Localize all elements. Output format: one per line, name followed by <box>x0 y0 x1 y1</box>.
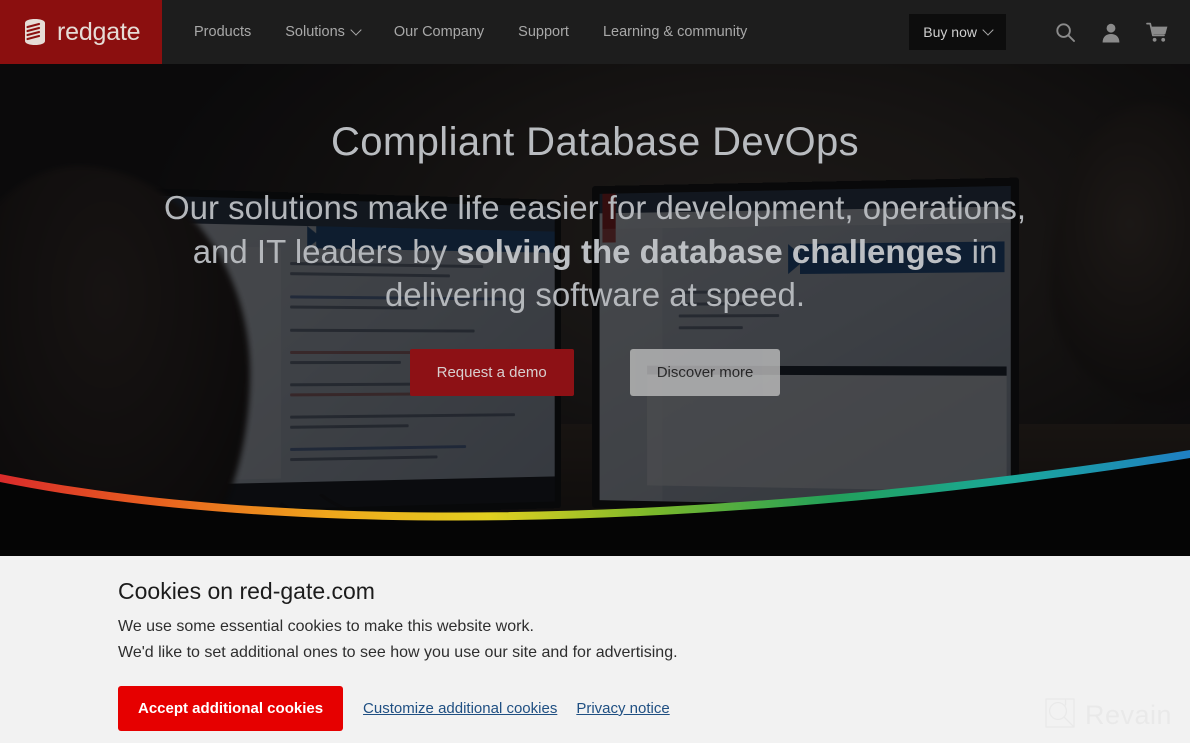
cookie-banner-actions: Accept additional cookies Customize addi… <box>118 685 1190 731</box>
nav-label: Products <box>194 24 252 40</box>
request-demo-button[interactable]: Request a demo <box>409 348 574 396</box>
chevron-down-icon <box>982 24 994 36</box>
nav-item-products[interactable]: Products <box>194 24 251 40</box>
cookie-banner-line-1: We use some essential cookies to make th… <box>118 618 534 635</box>
cookie-banner-line-2: We'd like to set additional ones to see … <box>118 643 678 661</box>
accept-additional-cookies-button[interactable]: Accept additional cookies <box>118 685 344 731</box>
account-icon[interactable] <box>1098 19 1124 45</box>
privacy-notice-link[interactable]: Privacy notice <box>576 700 669 717</box>
chevron-down-icon <box>350 24 362 36</box>
hero-section: Compliant Database DevOps Our solutions … <box>0 64 1190 556</box>
revain-watermark: Revain <box>1043 696 1172 735</box>
nav-item-support[interactable]: Support <box>518 24 569 40</box>
hero-subtitle: Our solutions make life easier for devel… <box>145 186 1045 317</box>
search-icon[interactable] <box>1052 19 1078 45</box>
primary-navigation: Products Solutions Our Company Support L… <box>162 0 909 64</box>
customize-additional-cookies-link[interactable]: Customize additional cookies <box>363 700 557 717</box>
cookie-banner-title: Cookies on red-gate.com <box>118 578 375 604</box>
nav-label: Our Company <box>393 24 485 40</box>
nav-item-solutions[interactable]: Solutions <box>285 24 362 40</box>
page-root: redgate Products Solutions Our Company S… <box>0 0 1190 743</box>
nav-label: Support <box>518 24 569 40</box>
nav-item-learning-community[interactable]: Learning & community <box>603 24 747 40</box>
nav-item-our-company[interactable]: Our Company <box>394 24 484 40</box>
rainbow-curve-divider <box>0 446 1190 556</box>
revain-watermark-text: Revain <box>1084 700 1172 730</box>
nav-label: Solutions <box>285 24 345 40</box>
buy-now-label: Buy now <box>923 24 977 40</box>
buy-now-button[interactable]: Buy now <box>909 14 1006 50</box>
brand-wordmark: redgate <box>57 17 141 46</box>
nav-label: Learning & community <box>602 24 748 40</box>
cart-icon[interactable] <box>1144 19 1170 45</box>
hero-subtitle-emphasis: solving the database challenges <box>456 232 963 270</box>
cookie-banner: Cookies on red-gate.com We use some esse… <box>0 556 1190 743</box>
database-stripes-icon <box>22 18 48 46</box>
discover-more-button[interactable]: Discover more <box>629 348 781 396</box>
revain-logo-icon <box>1043 696 1077 735</box>
site-header: redgate Products Solutions Our Company S… <box>0 0 1190 64</box>
hero-cta-group: Request a demo Discover more <box>409 348 781 396</box>
header-actions: Buy now <box>909 0 1190 64</box>
hero-title: Compliant Database DevOps <box>330 120 860 164</box>
logo-home-link[interactable]: redgate <box>0 0 162 64</box>
